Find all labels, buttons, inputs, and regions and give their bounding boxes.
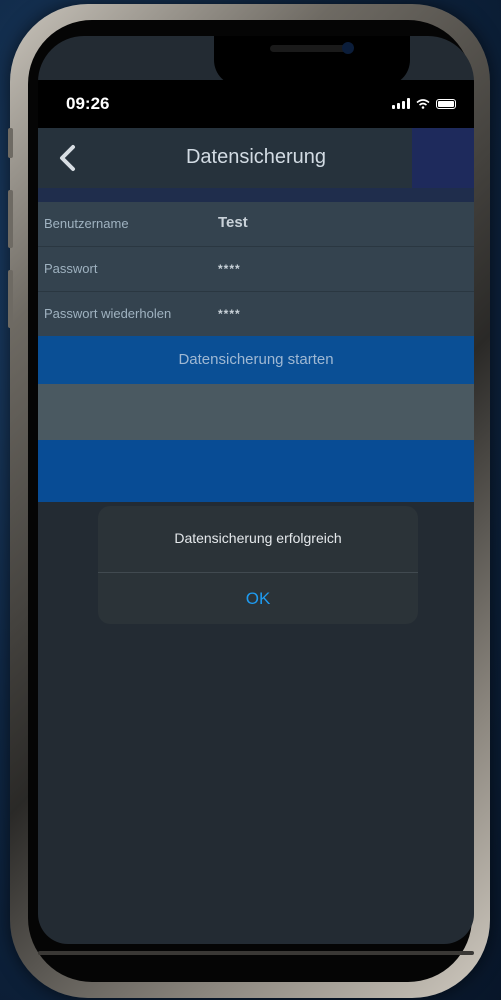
navigation-bar: Datensicherung (38, 128, 474, 188)
silent-switch (8, 128, 13, 158)
page-title: Datensicherung (185, 146, 327, 168)
bottom-bezel-highlight (38, 951, 474, 955)
credentials-form: Benutzername Test Passwort **** Passwort… (38, 202, 474, 337)
password-label: Passwort (44, 261, 98, 276)
gray-panel (38, 384, 474, 440)
nav-divider (38, 188, 474, 202)
battery-icon (436, 99, 456, 109)
status-icons (392, 98, 456, 109)
front-camera (342, 42, 354, 54)
volume-down-button (8, 270, 13, 328)
alert-ok-button[interactable]: OK (98, 573, 418, 624)
password-row: Passwort **** (38, 247, 474, 292)
username-field[interactable]: Test (218, 214, 248, 231)
alert-message: Datensicherung erfolgreich (174, 530, 342, 546)
username-row: Benutzername Test (38, 202, 474, 247)
password-field[interactable]: **** (218, 262, 241, 276)
password-repeat-field[interactable]: **** (218, 307, 241, 321)
alert-dialog: Datensicherung erfolgreich OK (98, 506, 418, 624)
start-backup-button[interactable]: Datensicherung starten (38, 336, 474, 384)
speaker-grille (270, 45, 348, 52)
app-screen: 09:26 Datensicherung Benutzername Test P… (38, 36, 474, 944)
cellular-signal-icon (392, 98, 410, 109)
status-bar: 09:26 (38, 80, 474, 128)
username-label: Benutzername (44, 216, 129, 231)
volume-up-button (8, 190, 13, 248)
blue-panel (38, 440, 474, 502)
notch (214, 36, 410, 86)
status-time: 09:26 (66, 94, 110, 113)
wifi-icon (416, 99, 430, 109)
password-repeat-label: Passwort wiederholen (44, 306, 172, 321)
nav-accent-panel (412, 128, 474, 188)
password-repeat-row: Passwort wiederholen **** (38, 292, 474, 337)
